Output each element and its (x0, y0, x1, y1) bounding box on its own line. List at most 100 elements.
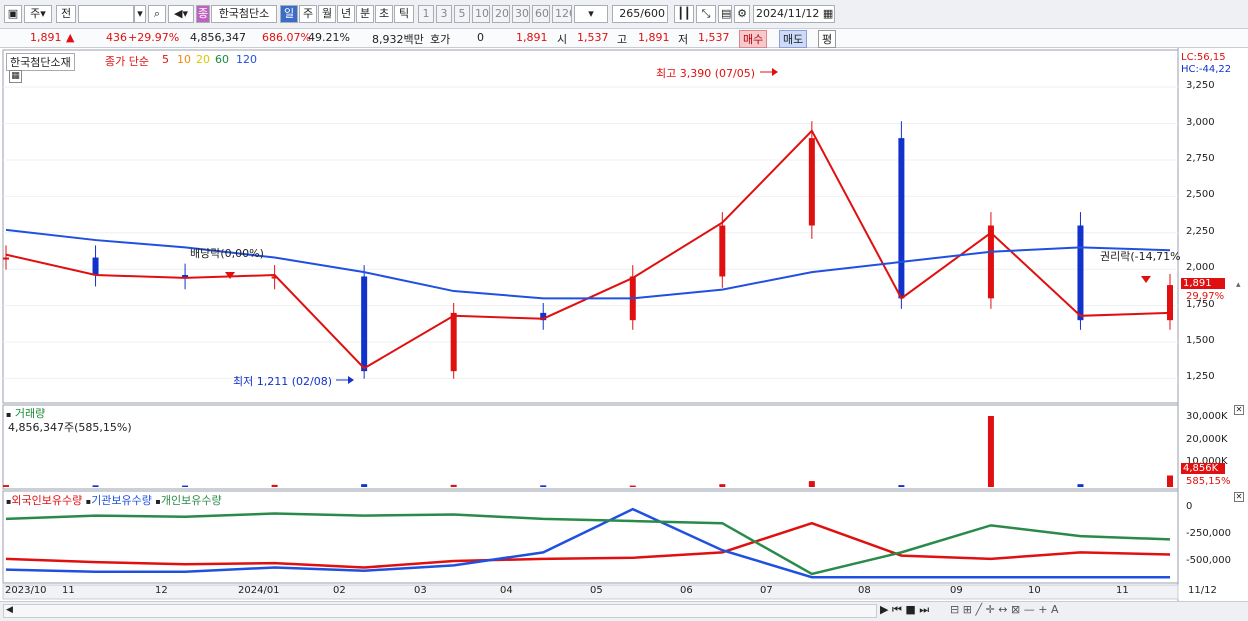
period-month[interactable]: 월 (318, 5, 336, 23)
arrow-icon[interactable]: ↔ (998, 603, 1007, 616)
stop-icon[interactable]: ■ (905, 603, 915, 616)
gear-icon[interactable]: ⚙ (734, 5, 750, 23)
scroll-arrow-icon[interactable]: ▴ (1236, 280, 1241, 290)
lock-icon[interactable]: ⊠ (1011, 603, 1020, 616)
layout-icon[interactable]: ▣ (4, 5, 22, 23)
minute-120[interactable]: 120 (552, 5, 572, 23)
ma-120-legend[interactable]: 120 (236, 53, 257, 66)
institution-legend[interactable]: 기관보유수량 (91, 494, 152, 507)
period-type-select[interactable]: 주▾ (24, 5, 52, 23)
holdings-close-icon[interactable]: ✕ (1234, 492, 1244, 502)
count-field[interactable]: 265/600 (612, 5, 668, 23)
period-minute[interactable]: 분 (356, 5, 374, 23)
period-tick[interactable]: 틱 (394, 5, 414, 23)
calculator-icon[interactable]: ▦ (9, 70, 22, 83)
chart-area[interactable] (0, 48, 1248, 601)
period-week[interactable]: 주 (299, 5, 317, 23)
scroll-left-icon[interactable]: ◀ (6, 605, 13, 615)
x-axis-label: 02 (333, 585, 346, 596)
holdings-tick-0: 0 (1186, 501, 1193, 512)
holdings-tick-500000: -500,000 (1186, 555, 1231, 566)
minute-20[interactable]: 20 (492, 5, 510, 23)
price-change-pct: +29.97% (128, 31, 180, 44)
volume-current-tag: 4,856K (1181, 463, 1225, 474)
volume-bar (271, 484, 278, 487)
line-tool-icon[interactable]: ╱ (975, 603, 982, 616)
buy-button[interactable]: 매수 (739, 30, 768, 48)
hoga-label: 호가 (430, 33, 451, 46)
volume-pct: 686.07% (262, 31, 311, 44)
prev-button[interactable]: 전 (56, 5, 76, 23)
sell-button[interactable]: 매도 (779, 30, 808, 48)
forward-icon[interactable]: ⏭ (919, 603, 929, 616)
scroll-right-icon[interactable]: ▶ (880, 603, 888, 616)
x-axis-label: 11 (1116, 585, 1129, 596)
ma-60-legend[interactable]: 60 (215, 53, 229, 66)
x-axis-label: 07 (760, 585, 773, 596)
x-axis-label: 10 (1028, 585, 1041, 596)
search-icon[interactable]: ⌕ (148, 5, 166, 23)
ma-5-legend[interactable]: 5 (162, 53, 169, 66)
stock-code-input[interactable]: 062970 (78, 5, 134, 23)
x-axis-label: 12 (155, 585, 168, 596)
x-axis-label: 09 (950, 585, 963, 596)
rewind-icon[interactable]: ⏮ (892, 603, 902, 616)
eval-button[interactable]: 평 (818, 30, 837, 48)
x-axis-label: 08 (858, 585, 871, 596)
interval-select[interactable]: ▾ (574, 5, 608, 23)
zoom-out-icon[interactable]: ⊟ (950, 603, 959, 616)
turnover-value: 49.21% (308, 31, 350, 44)
ma-title: 종가 단순 (105, 55, 149, 68)
price-tick-label: 2,500 (1186, 189, 1215, 201)
plus-icon[interactable]: + (1038, 603, 1047, 616)
code-dropdown-icon[interactable]: ▾ (134, 5, 146, 23)
candle-body (898, 138, 905, 299)
date-field[interactable]: 2024/11/12 ▦ (753, 5, 835, 23)
low-label: 저 (678, 33, 689, 46)
volume-current: 4,856,347주(585,15%) (8, 421, 132, 434)
minute-30[interactable]: 30 (512, 5, 530, 23)
tool-icon[interactable]: ⤡ (696, 5, 716, 23)
count-total: /600 (640, 7, 665, 20)
volume-bar (540, 485, 547, 487)
volume-close-icon[interactable]: ✕ (1234, 405, 1244, 415)
stock-name-field[interactable]: 한국첨단소 (211, 5, 277, 23)
volume-bar (1167, 475, 1173, 487)
period-second[interactable]: 초 (375, 5, 393, 23)
x-axis-label: 06 (680, 585, 693, 596)
foreign-legend[interactable]: 외국인보유수량 (11, 494, 82, 507)
zoom-in-icon[interactable]: ⊞ (963, 603, 972, 616)
minute-10[interactable]: 10 (472, 5, 490, 23)
current-price: 1,891 (30, 31, 62, 44)
cross-icon[interactable]: ✛ (986, 603, 995, 616)
open-value: 1,537 (577, 31, 609, 44)
ma-10-legend[interactable]: 10 (177, 53, 191, 66)
candle-body (450, 312, 457, 372)
high-value: 1,891 (638, 31, 670, 44)
count-value: 265 (619, 7, 641, 20)
minute-5[interactable]: 5 (454, 5, 470, 23)
period-day[interactable]: 일 (280, 5, 298, 23)
text-icon[interactable]: A (1051, 603, 1059, 616)
individual-legend[interactable]: 개인보유수량 (161, 494, 222, 507)
open-label: 시 (557, 33, 568, 46)
period-year[interactable]: 년 (337, 5, 355, 23)
bottom-toolbar: ◀ ▶ ⏮ ■ ⏭ ⊟ ⊞ ╱ ✛ ↔ ⊠ — + A (0, 601, 1248, 621)
candle-icon[interactable]: ┃┃ (674, 5, 694, 23)
minute-3[interactable]: 3 (436, 5, 452, 23)
volume-bar (808, 481, 815, 487)
minute-1[interactable]: 1 (418, 5, 434, 23)
speaker-icon[interactable]: ◀▾ (168, 5, 194, 23)
volume-bar (92, 485, 99, 487)
candle-body (92, 257, 99, 276)
volume-value: 4,856,347 (190, 31, 246, 44)
save-icon[interactable]: ▤ (718, 5, 732, 23)
minus-icon[interactable]: — (1024, 603, 1035, 616)
ma-20-legend[interactable]: 20 (196, 53, 210, 66)
category-badge: 종 (196, 5, 210, 23)
current-pct-tag: 29,97% (1186, 291, 1225, 302)
horizontal-scrollbar[interactable]: ◀ (3, 604, 877, 618)
volume-bar (987, 416, 994, 487)
minute-60[interactable]: 60 (532, 5, 550, 23)
stock-legend[interactable]: 한국첨단소재 (6, 53, 75, 71)
